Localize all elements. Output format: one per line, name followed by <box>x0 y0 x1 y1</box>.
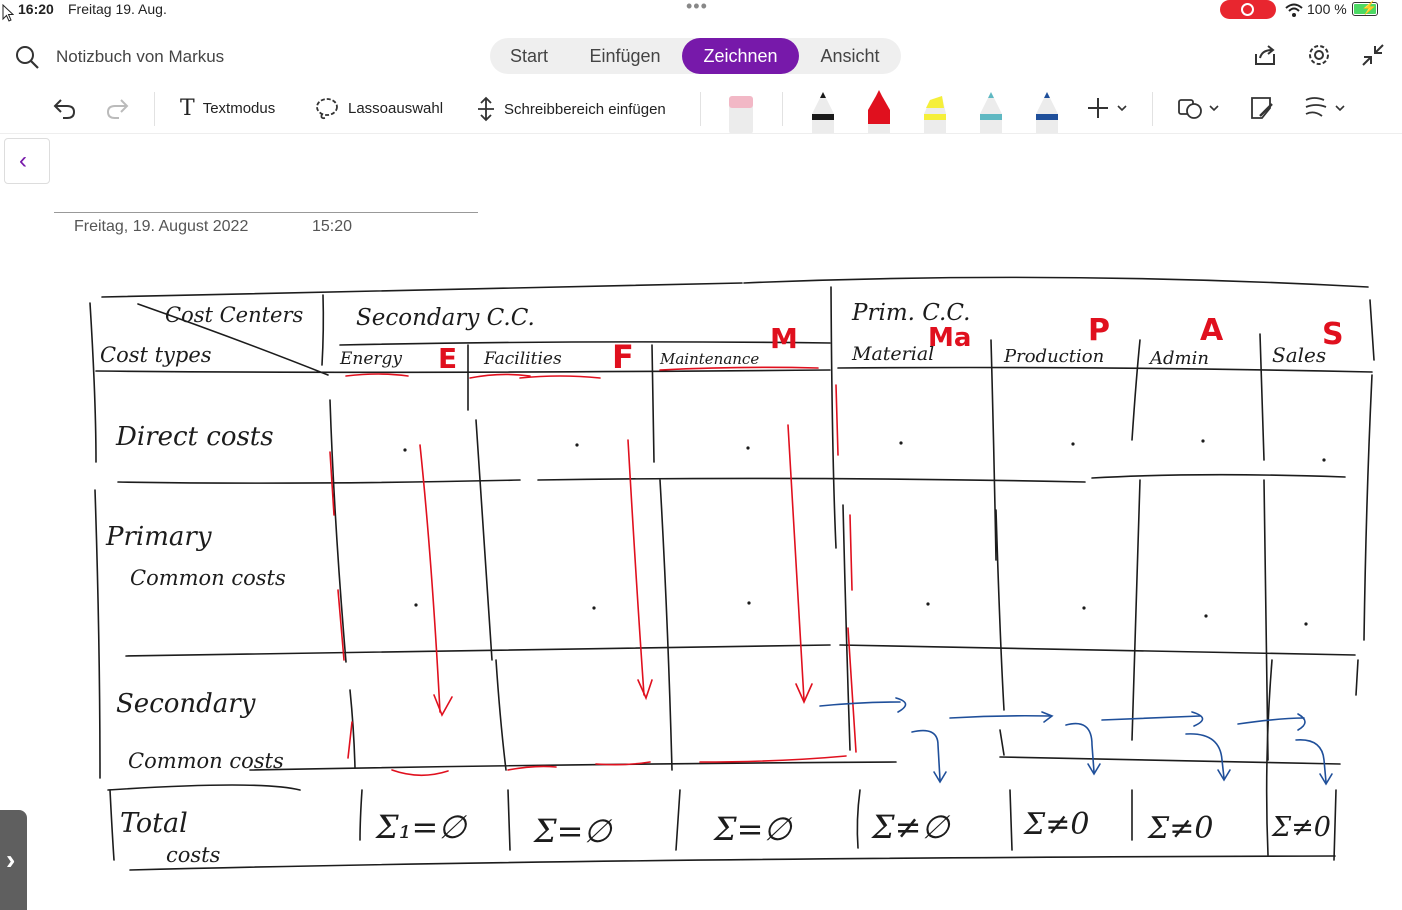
ink-canvas[interactable]: Cost Centers Cost types Secondary C.C. P… <box>0 0 1402 910</box>
total-facilities: Σ=∅ <box>533 812 613 850</box>
cell-dots <box>403 439 1326 626</box>
column-admin: Admin <box>1148 348 1209 369</box>
row-secondary-line2: Common costs <box>128 749 284 773</box>
total-admin: Σ≠0 <box>1147 811 1213 846</box>
corner-bottom-label: Cost types <box>100 343 212 367</box>
chevron-right-icon: › <box>6 844 16 875</box>
total-maintenance: Σ=∅ <box>713 810 793 848</box>
page-list-toggle[interactable]: › <box>0 810 27 910</box>
row-total-line1: Total <box>120 808 188 839</box>
column-production: Production <box>1003 346 1104 367</box>
column-material: Material <box>851 343 934 365</box>
total-production: Σ≠0 <box>1023 807 1089 842</box>
label-a: A <box>1200 313 1224 348</box>
row-secondary-line1: Secondary <box>116 689 256 719</box>
corner-top-label: Cost Centers <box>165 303 304 327</box>
column-facilities: Facilities <box>483 349 562 369</box>
total-sales: Σ≠0 <box>1271 812 1331 843</box>
label-ma: Ma <box>928 323 971 353</box>
label-m: M <box>770 322 798 355</box>
label-f: F <box>612 338 634 376</box>
label-e: E <box>438 342 457 375</box>
row-direct-costs: Direct costs <box>115 422 274 452</box>
blue-flow-arrows <box>819 697 1333 786</box>
label-p: P <box>1088 313 1110 348</box>
row-primary-line2: Common costs <box>130 566 286 590</box>
column-sales: Sales <box>1272 343 1326 367</box>
secondary-cc-header: Secondary C.C. <box>356 305 535 331</box>
label-s: S <box>1322 317 1344 352</box>
total-energy: Σ₁=∅ <box>375 808 468 846</box>
row-primary-line1: Primary <box>105 522 212 552</box>
column-maintenance: Maintenance <box>659 350 759 368</box>
red-flow-arrows <box>329 366 857 777</box>
row-total-line2: costs <box>166 843 221 867</box>
column-energy: Energy <box>339 349 402 369</box>
total-material: Σ≠∅ <box>871 808 951 846</box>
